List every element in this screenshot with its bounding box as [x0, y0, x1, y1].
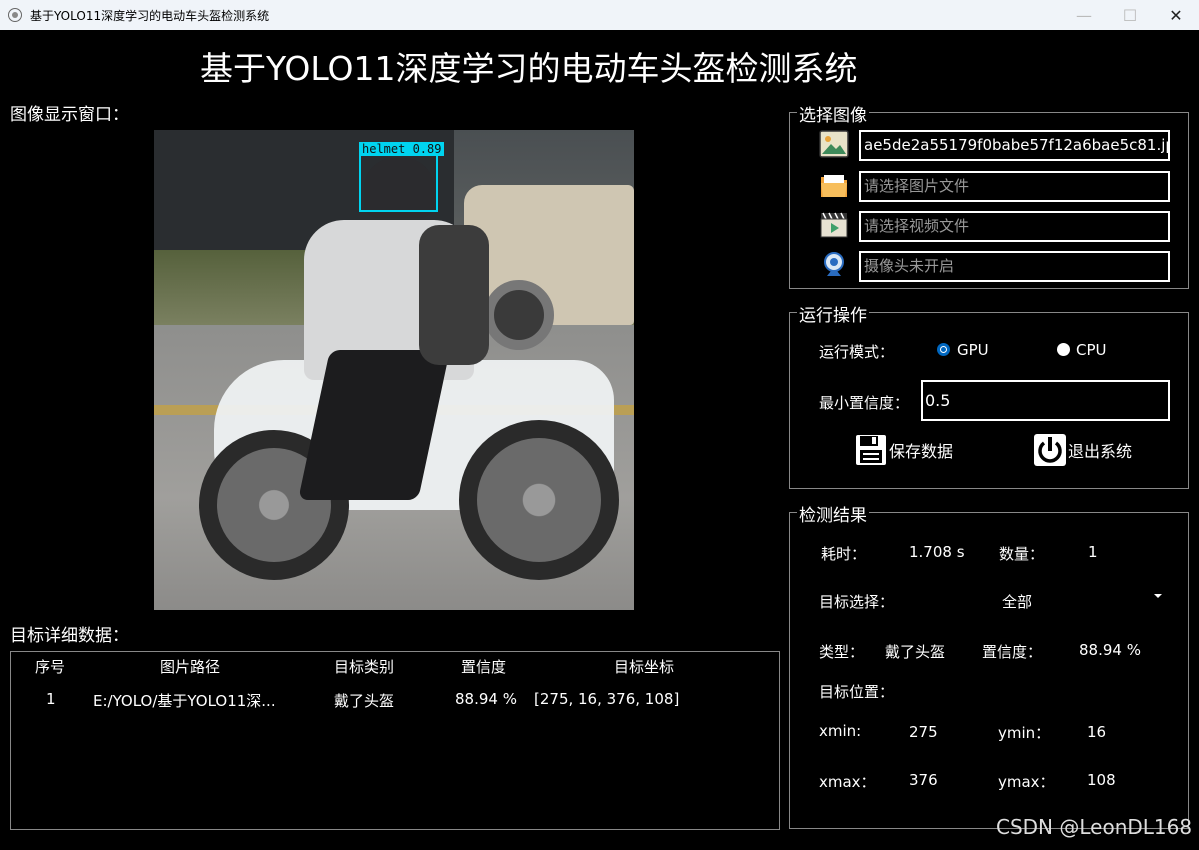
operations-title: 运行操作: [797, 301, 869, 326]
power-icon: [1034, 434, 1066, 466]
xmax-label: xmax：: [819, 773, 876, 791]
column-header-path[interactable]: 图片路径: [160, 656, 220, 677]
camera-field[interactable]: 摄像头未开启: [859, 251, 1170, 282]
confidence-label: 置信度：: [982, 643, 1043, 661]
folder-icon[interactable]: [819, 171, 849, 199]
xmin-label: xmin:: [819, 722, 862, 740]
gpu-radio-label[interactable]: GPU: [957, 341, 989, 359]
min-confidence-input[interactable]: 0.5: [921, 380, 1170, 421]
save-data-button[interactable]: 保存数据: [855, 433, 953, 467]
select-image-title: 选择图像: [797, 101, 869, 126]
ymax-label: ymax：: [998, 773, 1055, 791]
maximize-button[interactable]: ☐: [1107, 0, 1153, 30]
type-label: 类型：: [819, 643, 865, 661]
run-mode-label: 运行模式：: [819, 343, 895, 361]
ymin-label: ymin：: [998, 724, 1051, 742]
count-value: 1: [1088, 543, 1098, 561]
count-label: 数量：: [999, 545, 1045, 563]
cell-path: E:/YOLO/基于YOLO11深...: [93, 692, 276, 710]
save-icon: [856, 435, 886, 465]
image-panel-label: 图像显示窗口：: [10, 105, 129, 125]
close-button[interactable]: ✕: [1153, 0, 1199, 30]
details-table[interactable]: 序号 图片路径 目标类别 置信度 目标坐标 1 E:/YOLO/基于YOLO11…: [10, 651, 780, 830]
gpu-radio[interactable]: [937, 343, 950, 356]
cell-index: 1: [46, 690, 56, 708]
column-header-class[interactable]: 目标类别: [334, 656, 394, 677]
xmin-value: 275: [909, 723, 938, 741]
image-folder-field[interactable]: 请选择图片文件: [859, 171, 1170, 202]
exit-system-label: 退出系统: [1068, 442, 1133, 461]
xmax-value: 376: [909, 771, 938, 789]
image-file-field[interactable]: ae5de2a55179f0babe57f12a6bae5c81.jpg: [859, 130, 1170, 161]
webcam-icon[interactable]: [819, 251, 849, 279]
column-header-confidence[interactable]: 置信度: [461, 656, 506, 677]
detection-image: helmet 0.89: [154, 130, 634, 610]
position-label: 目标位置：: [819, 683, 895, 701]
cell-class: 戴了头盔: [334, 692, 395, 710]
video-file-field[interactable]: 请选择视频文件: [859, 211, 1170, 242]
window-title: 基于YOLO11深度学习的电动车头盔检测系统: [30, 8, 270, 23]
watermark: CSDN @LeonDL168: [996, 815, 1193, 839]
column-header-index[interactable]: 序号: [35, 656, 65, 677]
chevron-down-icon[interactable]: [1154, 594, 1162, 598]
cpu-radio-label[interactable]: CPU: [1076, 341, 1107, 359]
ymax-value: 108: [1087, 771, 1116, 789]
details-label: 目标详细数据：: [10, 626, 129, 646]
page-title: 基于YOLO11深度学习的电动车头盔检测系统: [200, 49, 858, 88]
confidence-value: 88.94 %: [1079, 641, 1141, 659]
window-titlebar: 基于YOLO11深度学习的电动车头盔检测系统 — ☐ ✕: [0, 0, 1199, 30]
detection-label: helmet 0.89: [359, 142, 445, 156]
cell-coords: [275, 16, 376, 108]: [534, 690, 680, 708]
app-icon: [8, 8, 22, 22]
time-value: 1.708 s: [909, 543, 965, 561]
target-select-dropdown[interactable]: 全部: [1002, 591, 1032, 612]
type-value: 戴了头盔: [885, 643, 946, 661]
target-select-label: 目标选择：: [819, 593, 895, 611]
column-header-coords[interactable]: 目标坐标: [614, 656, 674, 677]
image-icon[interactable]: [819, 130, 849, 158]
cpu-radio[interactable]: [1057, 343, 1070, 356]
save-data-label: 保存数据: [889, 442, 954, 461]
min-confidence-label: 最小置信度：: [819, 394, 910, 412]
exit-system-button[interactable]: 退出系统: [1034, 433, 1132, 467]
ymin-value: 16: [1087, 723, 1107, 741]
time-label: 耗时：: [821, 545, 867, 563]
video-icon[interactable]: [819, 211, 849, 239]
minimize-button[interactable]: —: [1061, 0, 1107, 30]
results-title: 检测结果: [797, 501, 869, 526]
cell-confidence: 88.94 %: [455, 690, 517, 708]
